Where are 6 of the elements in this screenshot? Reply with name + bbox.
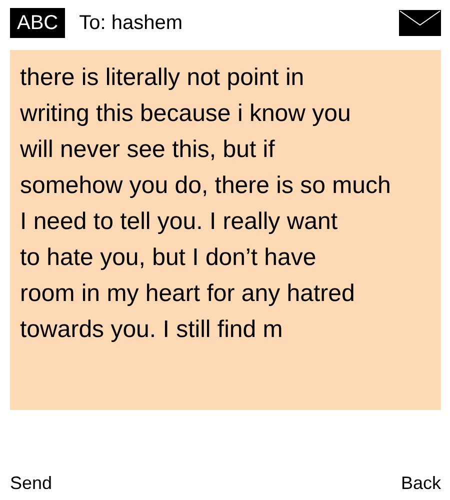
send-softkey[interactable]: Send	[10, 473, 52, 494]
message-field[interactable]: there is literally not point in writing this because i know you will never see this, but if somehow you do, there is so much I need to tell you. I really want to hate you, but I don’t have room in my heart for any hatred towards you. I still find m	[10, 50, 441, 410]
recipient-label: To: hashem	[79, 12, 184, 34]
input-mode-indicator: ABC	[10, 8, 66, 38]
back-softkey[interactable]: Back	[400, 473, 441, 494]
envelope-icon	[399, 10, 441, 36]
